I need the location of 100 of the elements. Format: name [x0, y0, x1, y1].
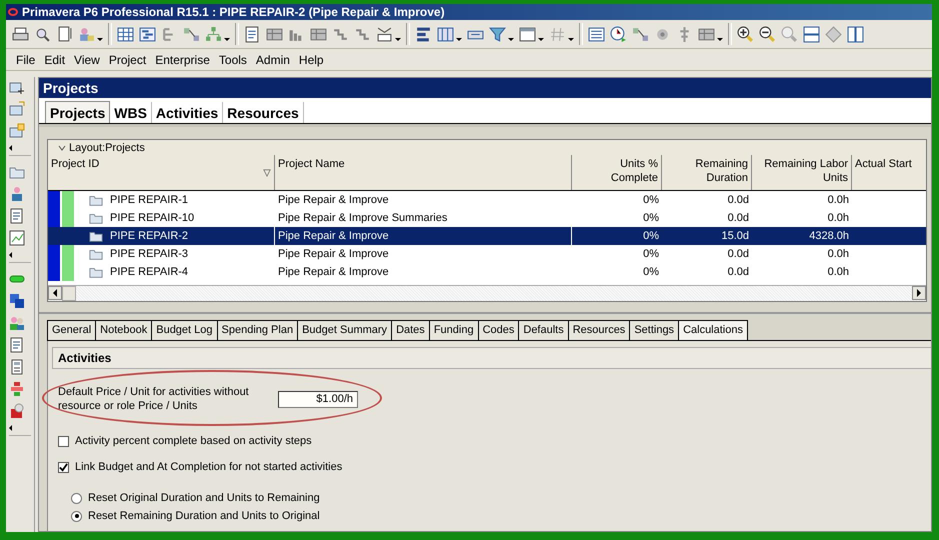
tab[interactable]: Resources: [223, 102, 304, 123]
table-icon[interactable]: [117, 26, 134, 42]
tab[interactable]: Calculations: [679, 320, 748, 340]
document-icon[interactable]: [9, 208, 25, 224]
horizontal-scrollbar[interactable]: [48, 285, 926, 301]
list-icon[interactable]: [588, 26, 605, 42]
section-title: Activities: [58, 351, 112, 365]
tab[interactable]: Activities: [152, 102, 224, 123]
table-cell: 0.0h: [828, 248, 849, 260]
row-indicator: [62, 245, 74, 263]
caret-icon[interactable]: [568, 38, 574, 40]
price-input-field[interactable]: $1.00/h: [278, 390, 358, 408]
menu-item[interactable]: Admin: [256, 53, 290, 67]
menu-item[interactable]: Project: [108, 53, 146, 67]
menu-item[interactable]: Tools: [218, 53, 247, 67]
column-header[interactable]: Actual Start: [852, 155, 926, 190]
print-preview-icon[interactable]: [34, 26, 51, 42]
row-indicator: [62, 263, 74, 281]
expand-arrow-icon[interactable]: [9, 252, 12, 258]
checkbox[interactable]: [58, 462, 69, 472]
layout-label[interactable]: Layout:Projects: [69, 142, 145, 154]
tab[interactable]: General: [47, 320, 96, 340]
document-icon[interactable]: [9, 337, 25, 353]
columns-icon[interactable]: [437, 26, 454, 42]
chart-icon[interactable]: [9, 230, 25, 246]
network-icon[interactable]: [183, 26, 200, 42]
expand-arrow-icon[interactable]: [9, 425, 12, 431]
blocks-icon[interactable]: [9, 293, 25, 309]
column-header[interactable]: Remaining Duration: [662, 155, 752, 190]
column-header[interactable]: Units % Complete: [572, 155, 662, 190]
tab[interactable]: Notebook: [96, 320, 152, 340]
network-icon[interactable]: [632, 26, 649, 42]
caret-icon[interactable]: [456, 38, 462, 40]
tab[interactable]: Resources: [568, 320, 630, 340]
zoom-in-icon[interactable]: [737, 26, 754, 42]
scroll-right-icon[interactable]: [912, 286, 926, 300]
grid-icon[interactable]: [698, 26, 715, 42]
gantt-icon[interactable]: [139, 26, 156, 42]
users-icon[interactable]: [9, 315, 25, 331]
folder-icon: [88, 193, 104, 207]
menu-item[interactable]: Edit: [44, 53, 66, 67]
filter-icon[interactable]: [489, 26, 506, 42]
printer-icon[interactable]: [12, 26, 29, 42]
tab[interactable]: Projects: [45, 101, 110, 123]
tab[interactable]: Settings: [630, 320, 680, 340]
menu-item[interactable]: View: [74, 53, 100, 67]
clock-icon[interactable]: [610, 26, 627, 42]
caret-icon[interactable]: [395, 38, 401, 40]
menu-item[interactable]: Enterprise: [155, 53, 210, 67]
column-header[interactable]: Project ID: [48, 155, 275, 190]
tab[interactable]: Funding: [430, 320, 479, 340]
table-cell: Pipe Repair & Improve: [278, 230, 389, 242]
column-header[interactable]: Remaining Labor Units: [752, 155, 852, 190]
table-cell: 15.0d: [721, 230, 749, 242]
column-header[interactable]: Project Name: [275, 155, 572, 190]
menu-item[interactable]: Help: [298, 53, 324, 67]
scroll-left-icon[interactable]: [48, 286, 62, 300]
radio-button[interactable]: [71, 510, 82, 522]
zoom-out-icon[interactable]: [759, 26, 776, 42]
horizontal-split-icon[interactable]: [803, 26, 820, 42]
tab[interactable]: Budget Summary: [298, 320, 392, 340]
tab[interactable]: Spending Plan: [218, 320, 298, 340]
checkbox[interactable]: [58, 436, 69, 446]
field-label: Default Price / Unit for activities without resource or role Price / Units: [58, 385, 250, 413]
caret-icon[interactable]: [224, 38, 230, 40]
chevron-icon[interactable]: [58, 144, 66, 150]
caret-icon[interactable]: [97, 38, 103, 40]
tab[interactable]: Dates: [392, 320, 430, 340]
radio-label: Reset Original Duration and Units to Remaining: [88, 492, 320, 504]
page-icon[interactable]: [56, 26, 73, 42]
caret-icon[interactable]: [508, 38, 514, 40]
calculator-icon[interactable]: [9, 359, 25, 375]
person-icon[interactable]: [9, 186, 25, 202]
radio-label: Reset Remaining Duration and Units to Original: [88, 510, 320, 522]
scroll-thumb[interactable]: [62, 286, 76, 301]
tab[interactable]: Budget Log: [152, 320, 218, 340]
panel-title: Projects: [43, 80, 98, 96]
folder-icon: [88, 265, 104, 279]
checkbox-label: Activity percent complete based on activity steps: [75, 435, 312, 447]
grid-icon[interactable]: [266, 26, 283, 42]
tab[interactable]: WBS: [110, 102, 152, 123]
checkbox-label: Link Budget and At Completion for not started activities: [75, 461, 342, 473]
tab[interactable]: Defaults: [519, 320, 569, 340]
caret-icon[interactable]: [538, 38, 544, 40]
table-cell: Pipe Repair & Improve Summaries: [278, 212, 448, 224]
grid-icon[interactable]: [310, 26, 327, 42]
tab[interactable]: Codes: [478, 320, 520, 340]
align-icon[interactable]: [415, 26, 432, 42]
tray-icon[interactable]: [376, 26, 393, 42]
table-cell: 0.0h: [828, 266, 849, 278]
row-indicator: [62, 209, 74, 227]
table-cell: Pipe Repair & Improve: [278, 248, 389, 260]
menu-item[interactable]: File: [16, 53, 36, 67]
row-indicator: [48, 263, 60, 281]
expand-arrow-icon[interactable]: [9, 145, 12, 151]
radio-button[interactable]: [71, 492, 82, 504]
window-icon[interactable]: [519, 26, 536, 42]
vertical-split-icon[interactable]: [847, 26, 864, 42]
document-icon[interactable]: [244, 26, 261, 42]
caret-icon[interactable]: [717, 38, 723, 40]
